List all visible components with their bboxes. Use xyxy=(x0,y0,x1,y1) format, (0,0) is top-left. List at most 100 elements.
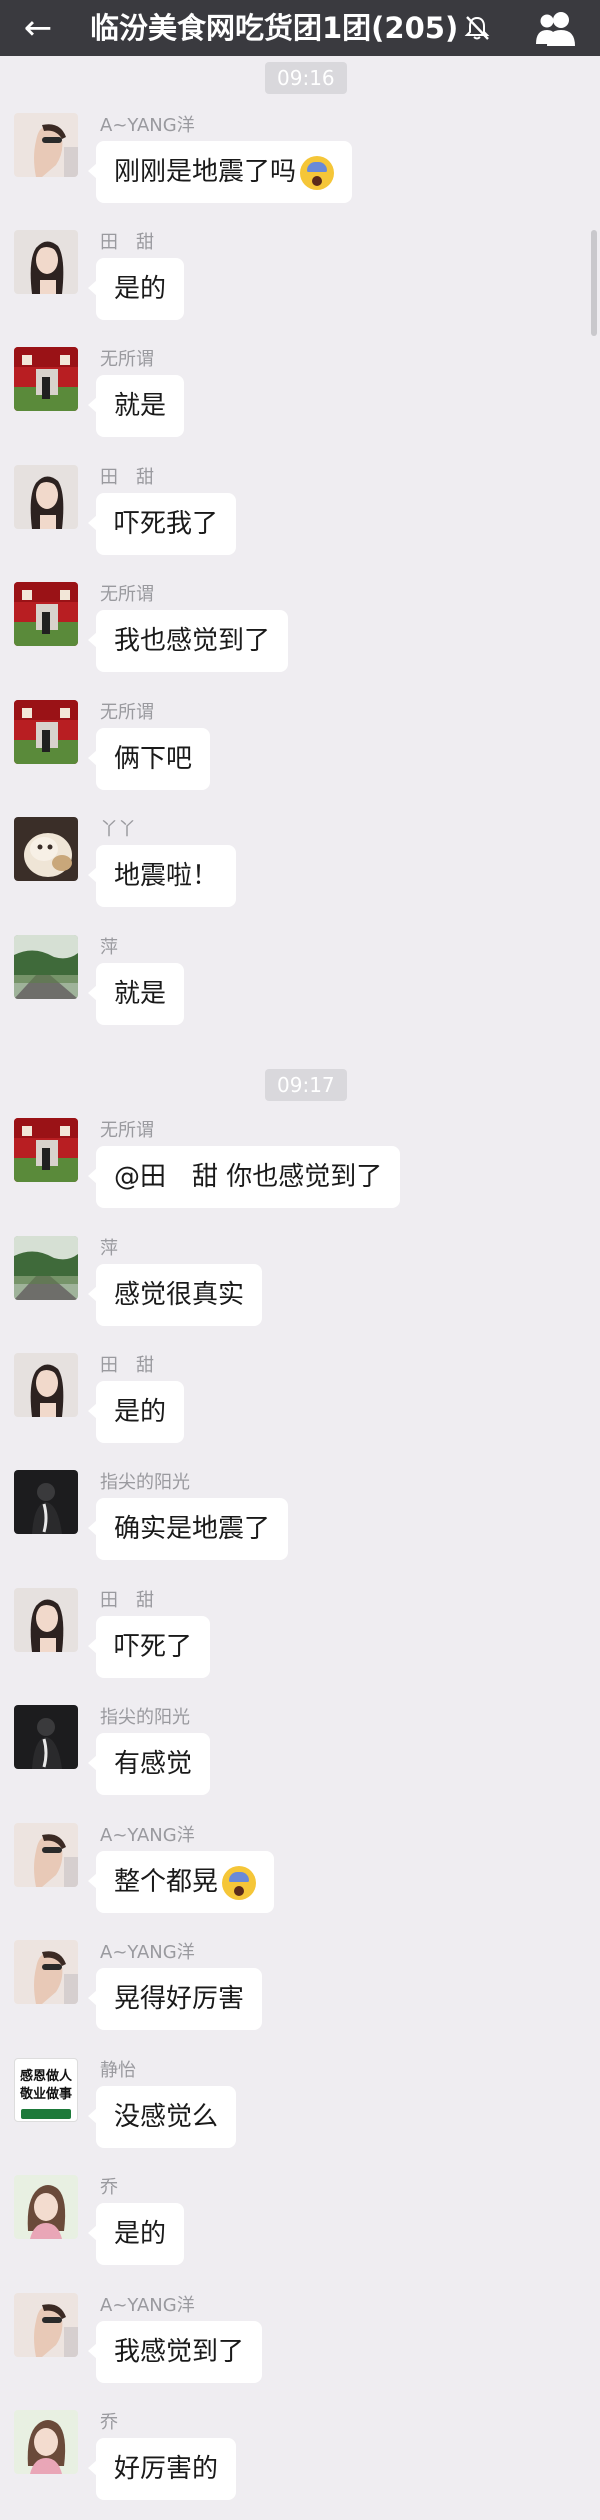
message-row: A~YANG洋晃得好厉害 xyxy=(0,1940,590,2050)
message-bubble[interactable]: 我感觉到了 xyxy=(87,2321,263,2383)
girl-portrait-avatar[interactable] xyxy=(14,1588,78,1652)
message-bubble[interactable]: 就是 xyxy=(87,375,185,437)
girl-portrait-avatar[interactable] xyxy=(14,465,78,529)
woman-sunglasses-avatar[interactable] xyxy=(14,2293,78,2357)
message-text: 是的 xyxy=(114,1397,167,1427)
back-arrow-icon[interactable]: ← xyxy=(20,10,56,46)
sender-name: 静怡 xyxy=(100,2060,136,2081)
message-row: 感恩做人敬业做事 静怡没感觉么 xyxy=(0,2058,590,2168)
message-bubble[interactable]: 感觉很真实 xyxy=(87,1264,263,1326)
message-bubble[interactable]: 就是 xyxy=(87,963,185,1025)
scrollbar[interactable] xyxy=(591,230,597,336)
red-stage-avatar[interactable] xyxy=(14,582,78,646)
red-stage-avatar[interactable] xyxy=(14,347,78,411)
message-text: 感觉很真实 xyxy=(114,1280,245,1310)
road-landscape-avatar[interactable] xyxy=(14,935,78,999)
girl-pink-avatar[interactable] xyxy=(14,2175,78,2239)
message-bubble[interactable]: 地震啦！ xyxy=(87,845,237,907)
message-text: 就是 xyxy=(114,391,167,421)
scream-emoji-icon xyxy=(222,1865,257,1900)
message-row: 田 甜是的 xyxy=(0,1353,590,1463)
sender-name: 田 甜 xyxy=(100,1355,154,1376)
sender-name: 萍 xyxy=(100,937,118,958)
slogan-avatar[interactable]: 感恩做人 敬业做事 xyxy=(14,2058,78,2122)
message-row: 乔是的 xyxy=(0,2175,590,2285)
message-row: 田 甜吓死了 xyxy=(0,1588,590,1698)
message-row: 无所谓 俩下吧 xyxy=(0,700,590,810)
message-row: 无所谓 @田 甜 你也感觉到了 xyxy=(0,1118,590,1228)
sender-name: 无所谓 xyxy=(100,1120,154,1141)
message-bubble[interactable]: @田 甜 你也感觉到了 xyxy=(87,1146,401,1208)
sender-name: 指尖的阳光 xyxy=(100,1472,190,1493)
message-text: 刚刚是地震了吗 xyxy=(114,157,297,187)
message-bubble[interactable]: 俩下吧 xyxy=(87,728,211,790)
message-row: 田 甜吓死我了 xyxy=(0,465,590,575)
message-row: A~YANG洋 刚刚是地震了吗 xyxy=(0,113,590,223)
message-text: 我感觉到了 xyxy=(114,2337,245,2367)
timestamp: 09:17 xyxy=(265,1069,347,1101)
message-row: A~YANG洋整个都晃 xyxy=(0,1823,590,1933)
cat-avatar[interactable] xyxy=(14,817,78,881)
message-bubble[interactable]: 吓死了 xyxy=(87,1616,211,1678)
message-text: 地震啦！ xyxy=(114,861,219,891)
message-row: 乔好厉害的 xyxy=(0,2410,590,2520)
message-row: 萍就是 xyxy=(0,935,590,1045)
woman-sunglasses-avatar[interactable] xyxy=(14,1940,78,2004)
girl-pink-avatar[interactable] xyxy=(14,2410,78,2474)
avatar-slogan-text: 敬业做事 xyxy=(19,2087,72,2102)
message-bubble[interactable]: 是的 xyxy=(87,1381,185,1443)
message-row: 萍感觉很真实 xyxy=(0,1236,590,1346)
message-text: 整个都晃 xyxy=(114,1867,219,1897)
message-bubble[interactable]: 吓死我了 xyxy=(87,493,237,555)
sender-name: 无所谓 xyxy=(100,349,154,370)
group-members-icon[interactable] xyxy=(534,8,578,48)
message-text: 吓死了 xyxy=(114,1632,193,1662)
woman-sunglasses-avatar[interactable] xyxy=(14,1823,78,1887)
sender-name: 田 甜 xyxy=(100,467,154,488)
scream-emoji-icon xyxy=(300,155,335,190)
message-text: 是的 xyxy=(114,2219,167,2249)
dark-silhouette-avatar[interactable] xyxy=(14,1470,78,1534)
message-bubble[interactable]: 整个都晃 xyxy=(87,1851,275,1913)
sender-name: 田 甜 xyxy=(100,1590,154,1611)
mute-bell-icon xyxy=(464,16,490,40)
message-bubble[interactable]: 有感觉 xyxy=(87,1733,211,1795)
red-stage-avatar[interactable] xyxy=(14,1118,78,1182)
message-row: 田 甜是的 xyxy=(0,230,590,340)
message-bubble[interactable]: 刚刚是地震了吗 xyxy=(87,141,353,203)
girl-portrait-avatar[interactable] xyxy=(14,1353,78,1417)
message-row: 指尖的阳光有感觉 xyxy=(0,1705,590,1815)
message-bubble[interactable]: 好厉害的 xyxy=(87,2438,237,2500)
message-text: @田 甜 你也感觉到了 xyxy=(114,1162,383,1192)
message-text: 晃得好厉害 xyxy=(114,1984,245,2014)
sender-name: A~YANG洋 xyxy=(100,1825,195,1846)
timestamp: 09:16 xyxy=(265,62,347,94)
chat-title: 临汾美食网吃货团1团(205) xyxy=(90,11,459,45)
red-stage-avatar[interactable] xyxy=(14,700,78,764)
message-text: 确实是地震了 xyxy=(114,1514,271,1544)
message-bubble[interactable]: 没感觉么 xyxy=(87,2086,237,2148)
message-bubble[interactable]: 我也感觉到了 xyxy=(87,610,289,672)
message-row: 无所谓 我也感觉到了 xyxy=(0,582,590,692)
message-row: 无所谓就是 xyxy=(0,347,590,457)
sender-name: 丫丫 xyxy=(100,819,136,840)
road-landscape-avatar[interactable] xyxy=(14,1236,78,1300)
woman-sunglasses-avatar[interactable] xyxy=(14,113,78,177)
sender-name: 指尖的阳光 xyxy=(100,1707,190,1728)
message-text: 就是 xyxy=(114,979,167,1009)
message-bubble[interactable]: 是的 xyxy=(87,2203,185,2265)
avatar-slogan-text: 感恩做人 xyxy=(19,2069,72,2084)
dark-silhouette-avatar[interactable] xyxy=(14,1705,78,1769)
sender-name: A~YANG洋 xyxy=(100,2295,195,2316)
message-text: 是的 xyxy=(114,274,167,304)
sender-name: A~YANG洋 xyxy=(100,1942,195,1963)
message-row: 指尖的阳光确实是地震了 xyxy=(0,1470,590,1580)
message-text: 有感觉 xyxy=(114,1749,193,1779)
title-bar: ← 临汾美食网吃货团1团(205) xyxy=(0,0,600,56)
message-row: 丫丫地震啦！ xyxy=(0,817,590,927)
message-bubble[interactable]: 晃得好厉害 xyxy=(87,1968,263,2030)
message-bubble[interactable]: 是的 xyxy=(87,258,185,320)
girl-portrait-avatar[interactable] xyxy=(14,230,78,294)
sender-name: 田 甜 xyxy=(100,232,154,253)
message-bubble[interactable]: 确实是地震了 xyxy=(87,1498,289,1560)
